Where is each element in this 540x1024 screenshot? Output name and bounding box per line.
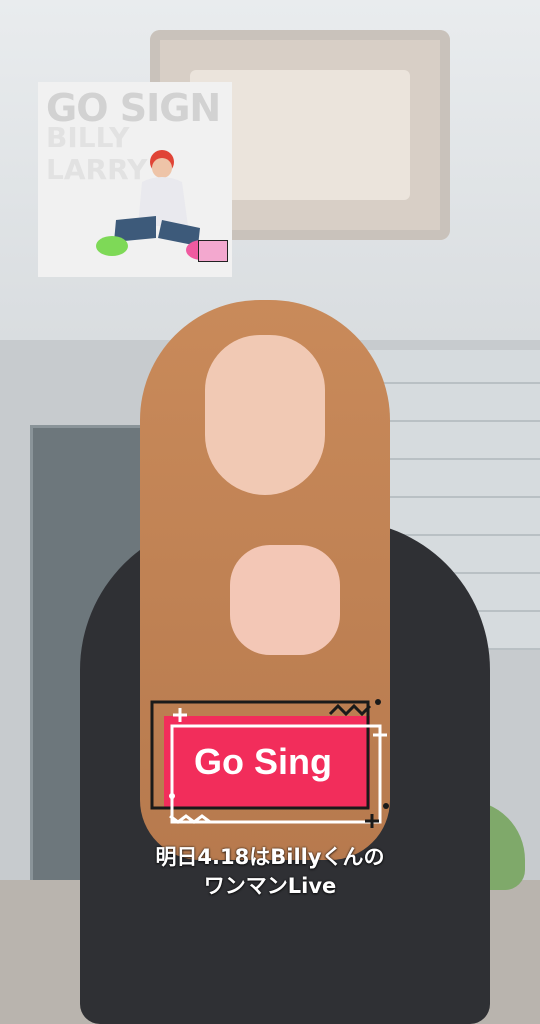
sticker-label: Go Sing [194,741,332,782]
album-badge [198,240,228,262]
caption-line-2: ワンマンLive [203,874,337,898]
video-caption: 明日4.18はBillyくんの ワンマンLive [100,843,440,901]
person-face [205,335,325,495]
album-thumbnail[interactable]: GO SIGN BILLY LARRY [38,82,232,277]
hand-gesture [230,545,340,655]
caption-line-1: 明日4.18はBillyくんの [155,845,385,869]
